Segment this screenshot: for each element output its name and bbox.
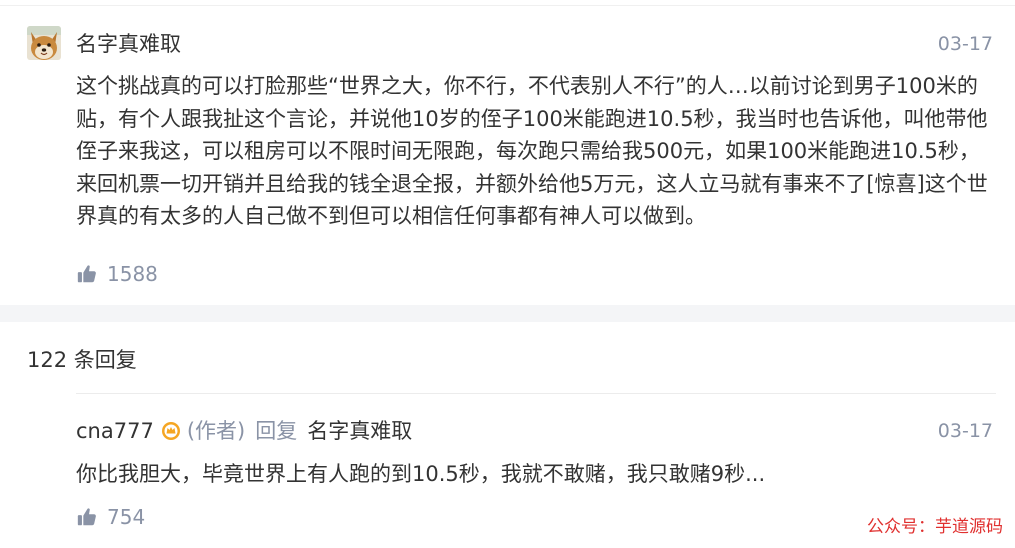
comment-username[interactable]: 名字真难取 xyxy=(76,30,181,58)
shiba-dog-avatar-icon xyxy=(27,26,61,60)
reply-username[interactable]: cna777 xyxy=(76,417,154,445)
thumbs-up-icon xyxy=(77,508,96,526)
author-tag: (作者) xyxy=(186,419,246,443)
comment-like-button[interactable]: 1588 xyxy=(76,260,158,288)
reply-like-count: 754 xyxy=(107,505,146,529)
replies-header: 122 条回复 xyxy=(27,348,137,372)
reply-header: cna777 (作者) 回复 名字真难取 xyxy=(76,417,412,445)
comment-date: 03-17 xyxy=(937,33,993,55)
section-divider xyxy=(0,305,1015,322)
reply-label: 回复 xyxy=(255,419,298,443)
comment-card: 名字真难取 03-17 这个挑战真的可以打脸那些“世界之大，你不行，不代表别人不… xyxy=(0,0,1015,305)
author-badge-icon xyxy=(161,422,180,440)
comment-page: 名字真难取 03-17 这个挑战真的可以打脸那些“世界之大，你不行，不代表别人不… xyxy=(0,0,1015,548)
reply-text: 你比我胆大，毕竟世界上有人跑的到10.5秒，我就不敢赌，我只敢赌9秒... xyxy=(76,462,766,486)
reply-like-button[interactable]: 754 xyxy=(76,503,145,531)
replies-separator xyxy=(76,393,996,394)
reply-date: 03-17 xyxy=(937,420,993,442)
comment-like-count: 1588 xyxy=(107,262,158,286)
reply-target-username[interactable]: 名字真难取 xyxy=(307,417,412,445)
thumbs-up-icon xyxy=(77,265,96,283)
top-border xyxy=(0,5,1015,6)
avatar[interactable] xyxy=(27,26,61,60)
comment-text: 这个挑战真的可以打脸那些“世界之大，你不行，不代表别人不行”的人…以前讨论到男子… xyxy=(76,74,988,228)
watermark: 公众号：芋道源码 xyxy=(867,517,1003,537)
